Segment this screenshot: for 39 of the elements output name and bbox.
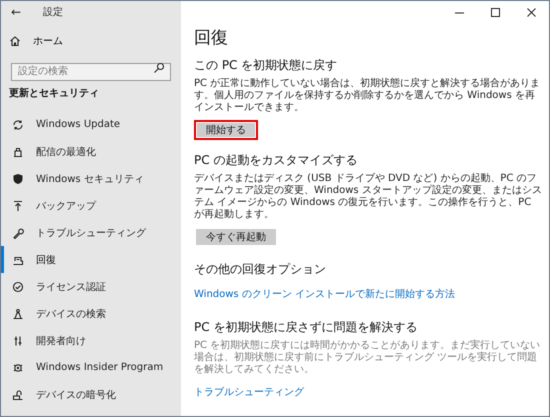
- sliders-icon: [12, 334, 24, 346]
- nav-item[interactable]: Windows Update: [1, 111, 181, 138]
- home-icon: [9, 35, 21, 47]
- action-button[interactable]: 今すぐ再起動: [194, 227, 278, 247]
- action-button[interactable]: 開始する: [194, 120, 258, 140]
- nav-item[interactable]: デバイスの暗号化: [1, 381, 181, 408]
- nav-item[interactable]: デバイスの検索: [1, 300, 181, 327]
- search-icon: [153, 62, 165, 74]
- section-heading: PC の起動をカスタマイズする: [194, 152, 358, 168]
- nav-item[interactable]: ライセンス認証: [1, 273, 181, 300]
- section-heading: この PC を初期状態に戻す: [194, 57, 338, 73]
- page-title: 回復: [194, 27, 229, 49]
- nav-item[interactable]: Windows Insider Program: [1, 354, 181, 381]
- search-field[interactable]: 設定の検索: [11, 62, 171, 80]
- help-link[interactable]: トラブルシューティング: [194, 385, 304, 399]
- check-icon: [12, 280, 24, 292]
- section-heading: 更新とセキュリティ: [9, 87, 100, 101]
- help-link[interactable]: Windows のクリーン インストールで新たに開始する方法: [194, 287, 455, 301]
- description-text: PC が正常に動作していない場合は、初期状態に戻すと解決する場合があります。個人用のファイルを保持するか削除するかを選んでから Windows を再インストールできます。: [194, 78, 542, 114]
- backup-icon: [12, 200, 24, 212]
- description-text: PC を初期状態に戻すには時間がかかることがあります。まだ実行していない場合は、初期状態に戻す前にトラブルシューティング ツールを実行して問題を解決してみてください。: [194, 340, 542, 376]
- section-heading: その他の回復オプション: [194, 261, 327, 277]
- home-link[interactable]: ホーム: [9, 33, 181, 49]
- shield-icon: [12, 172, 24, 184]
- nav-item[interactable]: バックアップ: [1, 192, 181, 219]
- nav-item[interactable]: 配信の最適化: [1, 138, 181, 165]
- lock-icon: [12, 388, 24, 400]
- nav-item[interactable]: Windows セキュリティ: [1, 165, 181, 192]
- nav-item[interactable]: 開発者向け: [1, 327, 181, 354]
- maximize-icon: [490, 6, 500, 18]
- sync-icon: [12, 118, 24, 130]
- wrench-icon: [12, 226, 24, 238]
- close-icon: [526, 6, 536, 18]
- back-button[interactable]: ←: [11, 5, 22, 19]
- window-title: 設定: [43, 6, 64, 19]
- nav-item[interactable]: トラブルシューティング: [1, 219, 181, 246]
- person-icon: [12, 308, 24, 320]
- section-heading: PC を初期状態に戻さずに問題を解決する: [194, 319, 418, 335]
- description-text: デバイスまたはディスク (USB ドライブや DVD など) からの起動、PC のファームウェア設定の変更、Windows スタートアップ設定の変更、またはシステム イメージからの Windows の復元を行います。この操作を行うと、PC が再起動します。: [194, 173, 543, 221]
